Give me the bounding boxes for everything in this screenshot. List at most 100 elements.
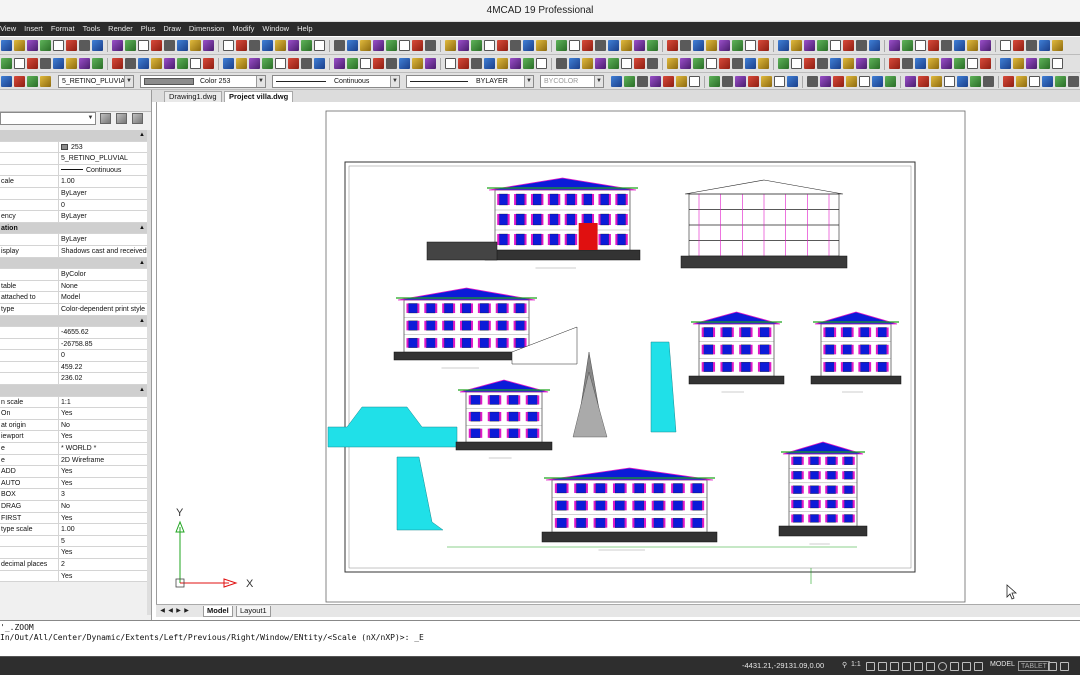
menu-render[interactable]: Render xyxy=(104,22,137,36)
toolbar-tool-icon[interactable] xyxy=(680,58,691,69)
lock-icon[interactable] xyxy=(1060,662,1069,671)
collapse-icon[interactable]: ▲ xyxy=(139,130,145,141)
toolbar-tool-icon[interactable] xyxy=(758,40,769,51)
toolbar-tool-icon[interactable] xyxy=(125,58,136,69)
toolbar-tool-icon[interactable] xyxy=(386,40,397,51)
view-tool-icon[interactable] xyxy=(689,76,700,87)
view-tool-icon[interactable] xyxy=(1003,76,1014,87)
toolbar-tool-icon[interactable] xyxy=(582,58,593,69)
property-row[interactable]: ByLayer xyxy=(0,234,148,246)
property-row[interactable]: e * WORLD * xyxy=(0,443,148,455)
view-tool-icon[interactable] xyxy=(846,76,857,87)
layer-tool-icon[interactable] xyxy=(27,76,38,87)
toolbar-tool-icon[interactable] xyxy=(236,58,247,69)
first-tab-icon[interactable]: ◀ xyxy=(159,607,166,615)
toolbar-tool-icon[interactable] xyxy=(510,58,521,69)
select-objects-icon[interactable] xyxy=(116,113,127,124)
view-tool-icon[interactable] xyxy=(637,76,648,87)
view-tool-icon[interactable] xyxy=(957,76,968,87)
toolbar-tool-icon[interactable] xyxy=(1039,40,1050,51)
toolbar-tool-icon[interactable] xyxy=(425,58,436,69)
menu-tools[interactable]: Tools xyxy=(79,22,105,36)
view-tool-icon[interactable] xyxy=(1055,76,1066,87)
view-tool-icon[interactable] xyxy=(709,76,720,87)
property-row[interactable]: ByColor xyxy=(0,269,148,281)
toolbar-tool-icon[interactable] xyxy=(1,58,12,69)
toolbar-tool-icon[interactable] xyxy=(53,58,64,69)
toolbar-tool-icon[interactable] xyxy=(412,58,423,69)
view-tool-icon[interactable] xyxy=(650,76,661,87)
toolbar-tool-icon[interactable] xyxy=(817,40,828,51)
view-tool-icon[interactable] xyxy=(774,76,785,87)
view-tool-icon[interactable] xyxy=(761,76,772,87)
toolbar-tool-icon[interactable] xyxy=(151,58,162,69)
toolbar-tool-icon[interactable] xyxy=(804,58,815,69)
toolbar-tool-icon[interactable] xyxy=(373,58,384,69)
toolbar-tool-icon[interactable] xyxy=(608,58,619,69)
toolbar-tool-icon[interactable] xyxy=(569,58,580,69)
menu-dimension[interactable]: Dimension xyxy=(185,22,228,36)
toolbar-tool-icon[interactable] xyxy=(980,58,991,69)
view-tool-icon[interactable] xyxy=(944,76,955,87)
toolbar-tool-icon[interactable] xyxy=(236,40,247,51)
toolbar-tool-icon[interactable] xyxy=(941,58,952,69)
toolbar-tool-icon[interactable] xyxy=(732,58,743,69)
toolbar-tool-icon[interactable] xyxy=(151,40,162,51)
toolbar-tool-icon[interactable] xyxy=(471,58,482,69)
view-tool-icon[interactable] xyxy=(970,76,981,87)
toolbar-tool-icon[interactable] xyxy=(667,40,678,51)
property-row[interactable]: 0 xyxy=(0,199,148,212)
toolbar-tool-icon[interactable] xyxy=(745,40,756,51)
view-tool-icon[interactable] xyxy=(735,76,746,87)
menu-window[interactable]: Window xyxy=(258,22,293,36)
toolbar-tool-icon[interactable] xyxy=(288,58,299,69)
property-row[interactable]: type Color-dependent print style xyxy=(0,303,148,316)
toolbar-tool-icon[interactable] xyxy=(856,40,867,51)
view-tool-icon[interactable] xyxy=(624,76,635,87)
toolbar-tool-icon[interactable] xyxy=(954,58,965,69)
toolbar-tool-icon[interactable] xyxy=(967,58,978,69)
toolbar-tool-icon[interactable] xyxy=(40,40,51,51)
toolbar-tool-icon[interactable] xyxy=(608,40,619,51)
toolbar-tool-icon[interactable] xyxy=(745,58,756,69)
property-row[interactable]: Yes xyxy=(0,547,148,559)
tab-drawing1[interactable]: Drawing1.dwg xyxy=(164,91,222,102)
toolbar-tool-icon[interactable] xyxy=(314,40,325,51)
toolbar-tool-icon[interactable] xyxy=(830,58,841,69)
view-tool-icon[interactable] xyxy=(748,76,759,87)
view-tool-icon[interactable] xyxy=(807,76,818,87)
property-row[interactable]: -4655.62 xyxy=(0,327,148,339)
property-row[interactable]: attached to Model xyxy=(0,292,148,304)
toolbar-tool-icon[interactable] xyxy=(334,58,345,69)
toolbar-tool-icon[interactable] xyxy=(1052,40,1063,51)
toolbar-tool-icon[interactable] xyxy=(791,58,802,69)
toolbar-tool-icon[interactable] xyxy=(1026,58,1037,69)
view-tool-icon[interactable] xyxy=(663,76,674,87)
dynamic-input-icon[interactable] xyxy=(962,662,971,671)
toolbar-tool-icon[interactable] xyxy=(112,58,123,69)
toolbar-tool-icon[interactable] xyxy=(445,40,456,51)
property-row[interactable]: ency ByLayer xyxy=(0,211,148,223)
toolbar-tool-icon[interactable] xyxy=(680,40,691,51)
toolbar-tool-icon[interactable] xyxy=(138,40,149,51)
menu-insert[interactable]: Insert xyxy=(20,22,47,36)
ucs-toggle-icon[interactable] xyxy=(974,662,983,671)
toolbar-tool-icon[interactable] xyxy=(843,58,854,69)
property-row[interactable]: at origin No xyxy=(0,419,148,432)
toolbar-tool-icon[interactable] xyxy=(301,40,312,51)
toolbar-tool-icon[interactable] xyxy=(360,58,371,69)
tab-layout1[interactable]: Layout1 xyxy=(236,606,271,617)
toolbar-tool-icon[interactable] xyxy=(706,40,717,51)
toolbar-tool-icon[interactable] xyxy=(693,58,704,69)
property-row[interactable]: type scale 1.00 xyxy=(0,524,148,536)
toolbar-tool-icon[interactable] xyxy=(360,40,371,51)
view-tool-icon[interactable] xyxy=(1029,76,1040,87)
property-row[interactable]: -26758.85 xyxy=(0,338,148,351)
toolbar-tool-icon[interactable] xyxy=(719,58,730,69)
toolbar-tool-icon[interactable] xyxy=(92,40,103,51)
toolbar-tool-icon[interactable] xyxy=(458,40,469,51)
property-row[interactable]: Yes xyxy=(0,570,148,583)
toolbar-tool-icon[interactable] xyxy=(347,40,358,51)
toolbar-tool-icon[interactable] xyxy=(621,40,632,51)
toolbar-tool-icon[interactable] xyxy=(262,58,273,69)
